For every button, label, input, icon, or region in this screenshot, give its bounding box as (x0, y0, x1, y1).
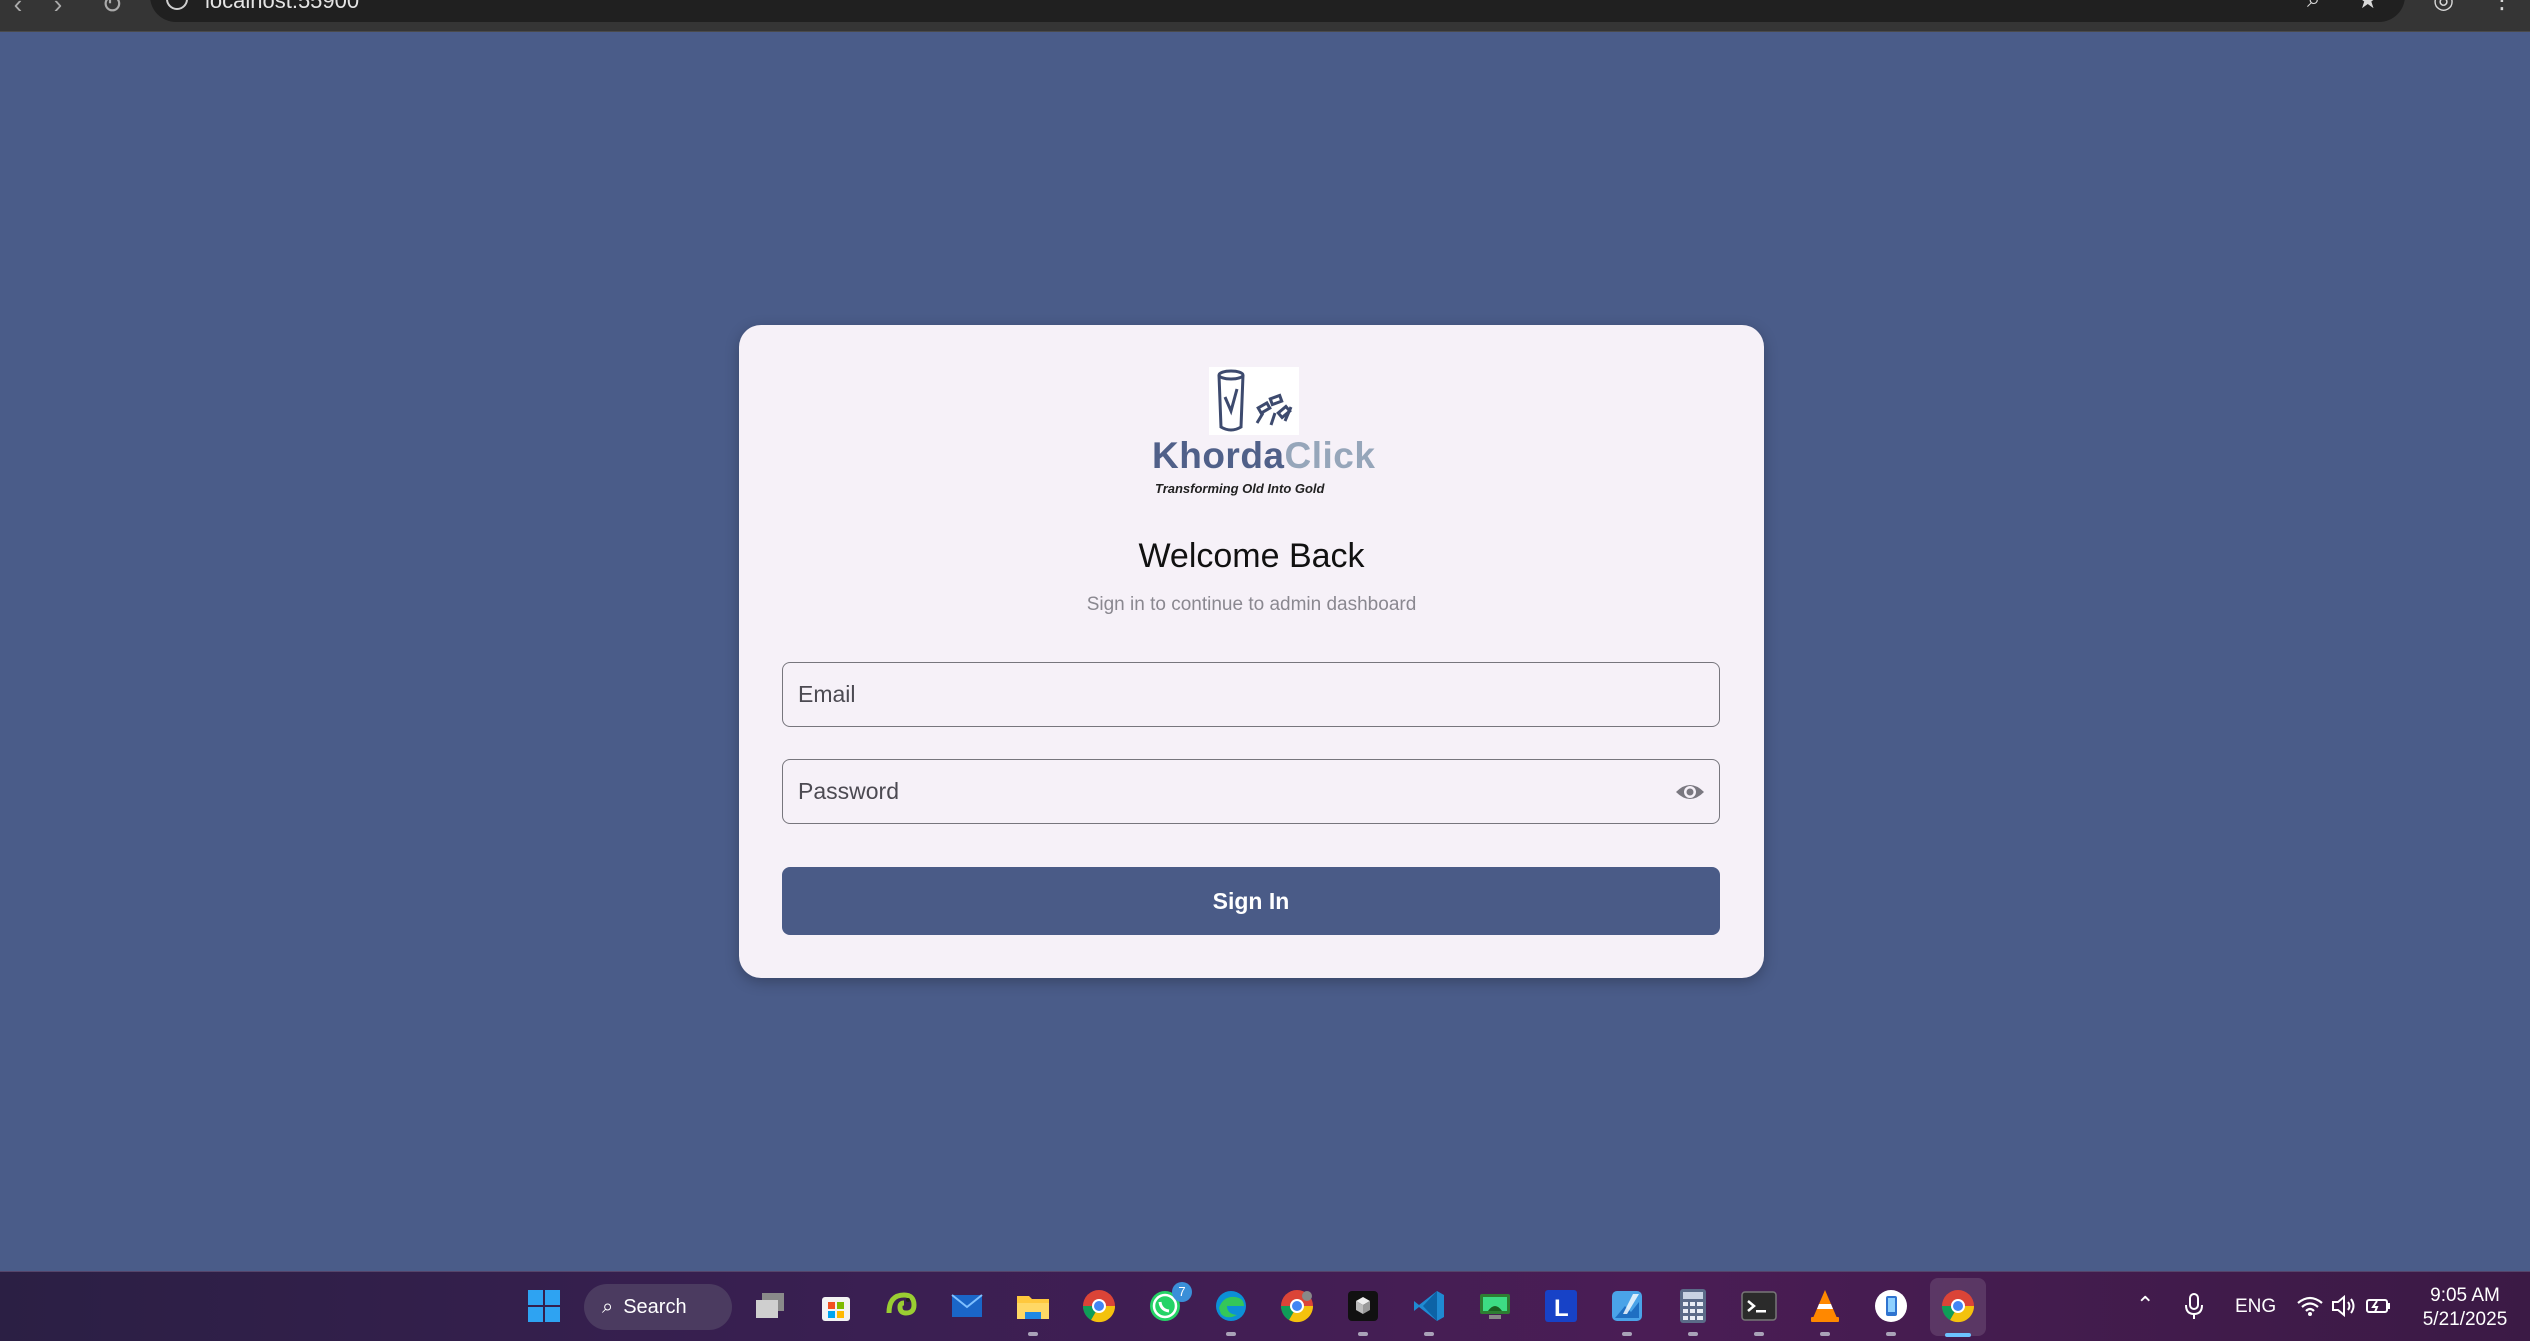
logo-name-part1: Khorda (1152, 435, 1285, 476)
email-input[interactable] (798, 663, 1658, 725)
login-card: KhordaClick Transforming Old Into Gold W… (739, 325, 1764, 978)
logo-name-part2: Click (1284, 435, 1376, 476)
android-studio-icon[interactable] (1475, 1286, 1515, 1326)
khordaclick-logo: KhordaClick Transforming Old Into Gold (1152, 367, 1375, 501)
chrome-profile-icon[interactable] (1079, 1286, 1119, 1326)
language-indicator[interactable]: ENG (2235, 1296, 2276, 1318)
microphone-icon[interactable] (2178, 1286, 2210, 1326)
task-view-icon[interactable] (750, 1286, 790, 1326)
l-app-icon[interactable]: L (1541, 1286, 1581, 1326)
system-clock[interactable]: 9:05 AM 5/21/2025 (2410, 1284, 2520, 1332)
sign-in-button[interactable]: Sign In (782, 867, 1720, 935)
url-text[interactable]: localhost:55900 (205, 0, 359, 14)
welcome-title: Welcome Back (1138, 537, 1365, 575)
menu-icon[interactable]: ⋮ (2490, 0, 2514, 15)
phone-link-icon[interactable] (1871, 1286, 1911, 1326)
logo-graphic (1209, 367, 1299, 435)
logo-tagline: Transforming Old Into Gold (1155, 481, 1325, 496)
chevron-up-icon[interactable]: ⌃ (2136, 1292, 2154, 1318)
edge-icon[interactable] (1211, 1286, 1251, 1326)
calculator-icon[interactable] (1673, 1286, 1713, 1326)
volume-icon[interactable] (2327, 1286, 2361, 1326)
eye-icon[interactable] (1675, 780, 1705, 804)
bookmark-star-icon[interactable]: ★ (2357, 0, 2379, 15)
running-indicator (1622, 1332, 1632, 1336)
forward-icon[interactable]: › (40, 0, 76, 22)
running-indicator (1820, 1332, 1830, 1336)
welcome-subtitle: Sign in to continue to admin dashboard (1086, 594, 1417, 615)
battery-icon[interactable] (2362, 1286, 2396, 1326)
running-indicator (1424, 1332, 1434, 1336)
photos-icon[interactable] (1607, 1286, 1647, 1326)
clock-date: 5/21/2025 (2422, 1309, 2508, 1330)
reload-icon[interactable]: ↻ (94, 0, 130, 22)
search-icon: ⌕ (602, 1295, 614, 1318)
running-indicator (1754, 1332, 1764, 1336)
terminal-box-icon[interactable] (1343, 1286, 1383, 1326)
zoom-icon[interactable]: ⌕ (2307, 0, 2320, 14)
running-indicator (1688, 1332, 1698, 1336)
profile-icon[interactable]: ◎ (2433, 0, 2454, 15)
password-field[interactable] (782, 759, 1720, 824)
active-indicator (1945, 1333, 1971, 1337)
vscode-icon[interactable] (1409, 1286, 1449, 1326)
chameleon-app-icon[interactable] (881, 1286, 921, 1326)
chrome-icon[interactable] (1938, 1286, 1978, 1326)
taskbar-search-label: Search (623, 1295, 687, 1318)
running-indicator (1358, 1332, 1368, 1336)
vlc-icon[interactable] (1805, 1286, 1845, 1326)
logo-wordmark: KhordaClick (1152, 435, 1375, 477)
password-input[interactable] (798, 760, 1658, 822)
taskbar: ⌕ Search 7 L ⌃ ENG 9:05 AM 5/21/2025 (0, 1271, 2530, 1341)
mail-icon[interactable] (947, 1286, 987, 1326)
running-indicator (1886, 1332, 1896, 1336)
email-field[interactable] (782, 662, 1720, 727)
browser-toolbar: ‹ › ↻ localhost:55900 ⌕ ★ ◎ ⋮ (0, 0, 2530, 32)
whatsapp-badge: 7 (1172, 1282, 1192, 1302)
file-explorer-icon[interactable] (1013, 1286, 1053, 1326)
start-icon[interactable] (524, 1286, 564, 1326)
running-indicator (1028, 1332, 1038, 1336)
wifi-icon[interactable] (2293, 1286, 2327, 1326)
clock-time: 9:05 AM (2430, 1285, 2500, 1306)
chrome-dev-icon[interactable] (1277, 1286, 1317, 1326)
taskbar-search[interactable]: ⌕ Search (584, 1284, 732, 1330)
command-prompt-icon[interactable] (1739, 1286, 1779, 1326)
svg-text:L: L (1554, 1295, 1569, 1322)
back-icon[interactable]: ‹ (0, 0, 36, 22)
running-indicator (1226, 1332, 1236, 1336)
microsoft-store-icon[interactable] (816, 1286, 856, 1326)
address-bar[interactable] (150, 0, 2405, 22)
